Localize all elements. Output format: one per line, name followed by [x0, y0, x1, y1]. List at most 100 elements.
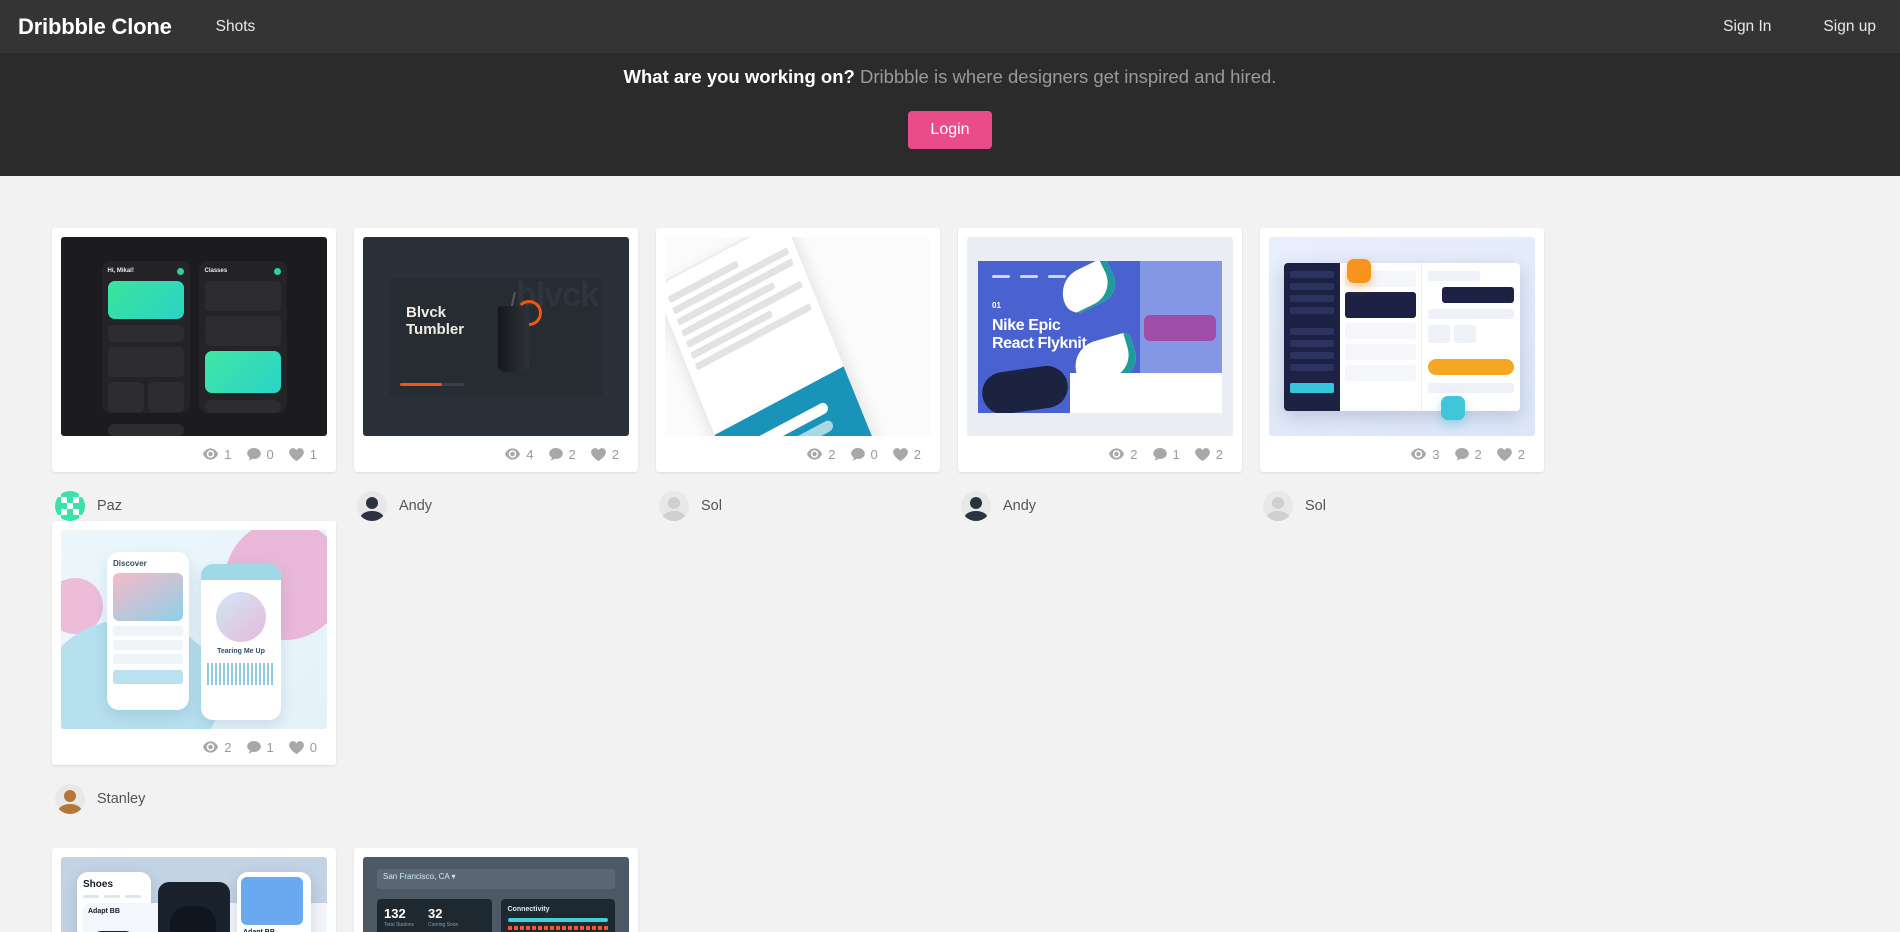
author-name: Sol [701, 498, 722, 514]
author-name: Sol [1305, 498, 1326, 514]
shot-author[interactable]: Sol [656, 472, 958, 521]
views-stat[interactable]: 4 [505, 446, 534, 462]
shot-thumbnail[interactable]: blvck Blvck Tumbler [363, 237, 629, 436]
shot-thumbnail[interactable]: Discover Tearing Me Up [61, 530, 327, 729]
comment-icon [1152, 447, 1167, 461]
heart-icon [892, 447, 908, 461]
comment-icon [246, 740, 261, 754]
comments-stat[interactable]: 0 [246, 446, 274, 462]
shot-thumbnail[interactable]: ShoesAdapt BBAdapt BB$350 [61, 857, 327, 932]
heart-icon [288, 447, 304, 461]
likes-count: 0 [309, 739, 317, 755]
avatar [55, 491, 85, 521]
eye-icon [807, 448, 823, 460]
comment-icon [850, 447, 865, 461]
views-stat[interactable]: 2 [807, 446, 836, 462]
avatar [55, 784, 85, 814]
shot-card[interactable]: 01 Nike Epic React Flyknit 2 1 2 [958, 228, 1242, 472]
shot-cell: 01 Nike Epic React Flyknit 2 1 2 Andy [958, 228, 1260, 521]
views-stat[interactable]: 1 [203, 446, 232, 462]
shot-thumbnail[interactable]: 01 Nike Epic React Flyknit [967, 237, 1233, 436]
avatar [1263, 491, 1293, 521]
comment-icon [246, 447, 261, 461]
likes-stat[interactable]: 1 [288, 446, 317, 462]
comments-stat[interactable]: 0 [850, 446, 878, 462]
hero-section: What are you working on? Dribbble is whe… [0, 53, 1900, 176]
shot-card[interactable]: blvck Blvck Tumbler 4 2 2 [354, 228, 638, 472]
shot-author[interactable]: Sol [1260, 472, 1562, 521]
likes-stat[interactable]: 2 [1194, 446, 1223, 462]
likes-stat[interactable]: 0 [288, 739, 317, 755]
views-count: 4 [526, 446, 534, 462]
likes-count: 1 [309, 446, 317, 462]
brand-logo[interactable]: Dribbble Clone [18, 14, 172, 40]
comments-stat[interactable]: 1 [1152, 447, 1180, 462]
views-stat[interactable]: 2 [203, 739, 232, 755]
shot-cell: blvck Blvck Tumbler 4 2 2 Andy [354, 228, 656, 521]
author-name: Stanley [97, 791, 146, 807]
heart-icon [1194, 447, 1210, 461]
shot-cell: Hi, Mikal! Classes 1 0 1 Paz [52, 228, 354, 521]
views-count: 2 [224, 739, 232, 755]
avatar [659, 491, 689, 521]
shot-card[interactable]: San Francisco, CA ▾ 132 Total Stations 32 Co… [354, 848, 638, 932]
shot-thumbnail[interactable]: San Francisco, CA ▾ 132 Total Stations 32 Co… [363, 857, 629, 932]
likes-stat[interactable]: 2 [590, 446, 619, 462]
comments-count: 2 [1474, 446, 1482, 462]
likes-count: 2 [1215, 446, 1223, 462]
views-count: 1 [224, 446, 232, 462]
shot-card[interactable]: Hi, Mikal! Classes 1 0 1 [52, 228, 336, 472]
avatar [357, 491, 387, 521]
heart-icon [1496, 447, 1512, 461]
login-button[interactable]: Login [908, 111, 992, 149]
views-stat[interactable]: 2 [1109, 446, 1138, 462]
eye-icon [1411, 448, 1427, 460]
author-name: Andy [1003, 498, 1037, 514]
shot-author[interactable]: Stanley [52, 765, 354, 814]
nav-link-shots[interactable]: Shots [216, 18, 256, 36]
likes-stat[interactable]: 2 [892, 447, 921, 462]
heart-icon [288, 740, 304, 754]
eye-icon [203, 741, 219, 753]
author-name: Paz [97, 498, 122, 514]
sign-in-link[interactable]: Sign In [1723, 18, 1771, 36]
shot-stats: 2 1 0 [61, 729, 327, 765]
views-count: 2 [828, 446, 836, 462]
shot-card[interactable]: Discover Tearing Me Up 2 1 0 [52, 521, 336, 765]
eye-icon [203, 448, 219, 460]
comments-stat[interactable]: 2 [1454, 446, 1482, 462]
shot-author[interactable]: Andy [958, 472, 1260, 521]
shot-stats: 3 2 2 [1269, 436, 1535, 472]
shot-cell: ShoesAdapt BBAdapt BB$350644Monse [52, 848, 354, 932]
shot-card[interactable]: 2 0 2 [656, 228, 940, 472]
shot-author[interactable]: Paz [52, 472, 354, 521]
views-count: 3 [1432, 446, 1440, 462]
shot-cell: 3 2 2 Sol [1260, 228, 1562, 521]
shot-thumbnail[interactable]: Hi, Mikal! Classes [61, 237, 327, 436]
shot-card[interactable]: ShoesAdapt BBAdapt BB$350644 [52, 848, 336, 932]
hero-headline-strong: What are you working on? [623, 66, 855, 87]
shot-stats: 2 0 2 [665, 436, 931, 472]
comments-count: 2 [568, 446, 576, 462]
likes-count: 2 [611, 446, 619, 462]
comments-stat[interactable]: 1 [246, 739, 274, 755]
comments-count: 0 [266, 446, 274, 462]
likes-count: 2 [1517, 446, 1525, 462]
comments-stat[interactable]: 2 [548, 446, 576, 462]
views-stat[interactable]: 3 [1411, 446, 1440, 462]
shot-stats: 1 0 1 [61, 436, 327, 472]
eye-icon [505, 448, 521, 460]
shot-author[interactable]: Andy [354, 472, 656, 521]
sign-up-link[interactable]: Sign up [1823, 18, 1876, 36]
comment-icon [1454, 447, 1469, 461]
shot-grid: Hi, Mikal! Classes 1 0 1 Paz blvck Blvck Tumbler… [0, 176, 1900, 932]
hero-headline-sub: Dribbble is where designers get inspired… [859, 66, 1277, 87]
shot-card[interactable]: 3 2 2 [1260, 228, 1544, 472]
comments-count: 0 [870, 446, 878, 462]
views-count: 2 [1130, 446, 1138, 462]
shot-thumbnail[interactable] [1269, 237, 1535, 436]
shot-cell: 2 0 2 Sol [656, 228, 958, 521]
shot-thumbnail[interactable] [665, 237, 931, 436]
likes-stat[interactable]: 2 [1496, 446, 1525, 462]
comments-count: 1 [266, 739, 274, 755]
